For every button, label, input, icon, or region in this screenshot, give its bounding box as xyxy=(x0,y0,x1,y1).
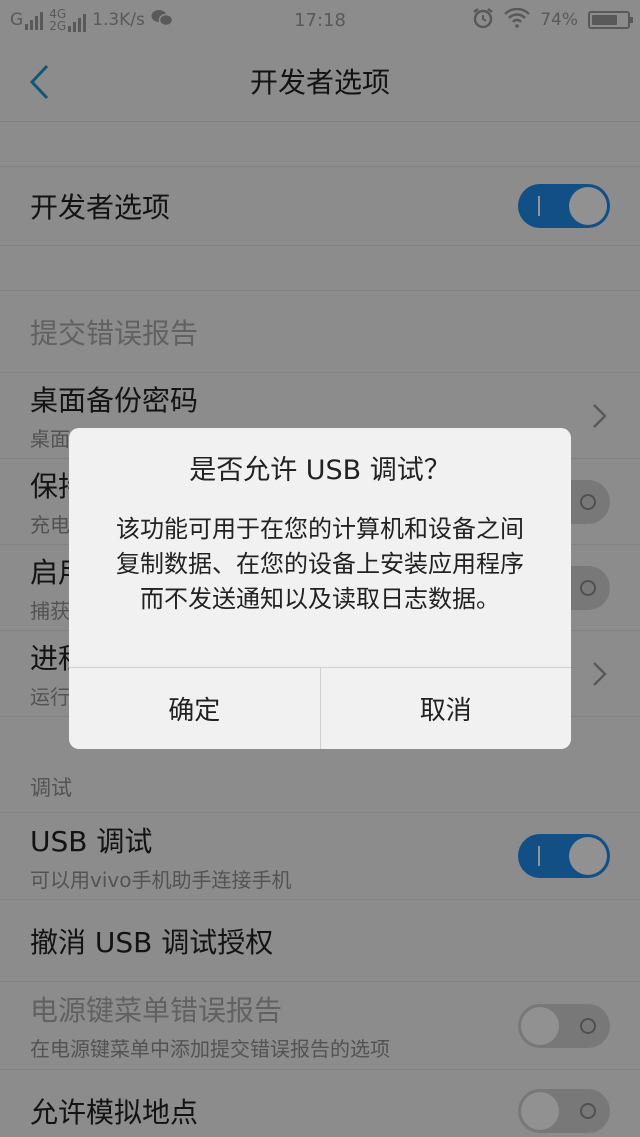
ok-button[interactable]: 确定 xyxy=(69,668,320,749)
dialog-buttons: 确定 取消 xyxy=(69,667,571,749)
usb-debug-dialog: 是否允许 USB 调试？ 该功能可用于在您的计算机和设备之间复制数据、在您的设备… xyxy=(69,428,571,749)
dialog-title: 是否允许 USB 调试？ xyxy=(189,454,451,486)
cancel-button[interactable]: 取消 xyxy=(319,668,572,749)
dialog-message: 该功能可用于在您的计算机和设备之间复制数据、在您的设备上安装应用程序而不发送通知… xyxy=(116,515,524,613)
